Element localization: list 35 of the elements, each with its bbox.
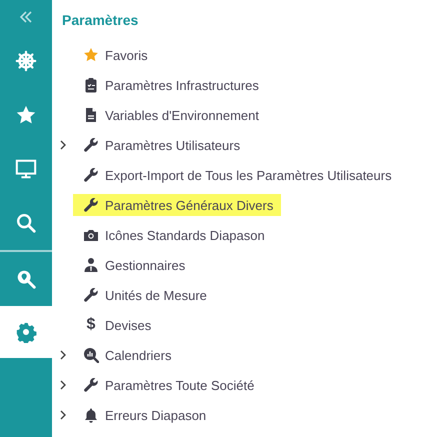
- menu-item[interactable]: Unités de Mesure: [73, 284, 215, 306]
- menu-item[interactable]: Paramètres Infrastructures: [73, 74, 267, 96]
- wrench-icon: [83, 377, 99, 393]
- wrench-icon: [83, 167, 99, 183]
- panel-title: Paramètres: [62, 11, 140, 30]
- menu-item[interactable]: Paramètres Généraux Divers: [73, 194, 282, 216]
- camera-icon: [83, 227, 99, 243]
- wrench-icon: [83, 197, 99, 213]
- menu-item[interactable]: Calendriers: [73, 344, 180, 366]
- wrench-icon: [83, 137, 99, 153]
- menu-item[interactable]: Paramètres Toute Société: [73, 374, 262, 396]
- menu-item[interactable]: Variables d'Environnement: [73, 104, 267, 126]
- menu-item[interactable]: Paramètres Utilisateurs: [73, 134, 248, 156]
- chart-search-icon: [83, 347, 99, 363]
- menu-item[interactable]: Icônes Standards Diapason: [73, 224, 273, 246]
- settings-icon: [15, 321, 37, 343]
- wheel-icon: [15, 50, 37, 72]
- search-pin-icon: [15, 268, 37, 290]
- wrench-icon: [83, 287, 99, 303]
- star-icon: [15, 104, 37, 126]
- star-icon: [83, 47, 99, 63]
- clipboard-icon: [83, 77, 99, 93]
- menu-item[interactable]: $ Devises: [73, 314, 160, 336]
- monitor-icon: [15, 158, 37, 180]
- search-icon: [15, 212, 37, 234]
- menu-item[interactable]: Erreurs Diapason: [73, 404, 214, 426]
- menu-item[interactable]: Export-Import de Tous les Paramètres Utilisateurs: [73, 164, 400, 186]
- dollar-icon: $: [86, 317, 96, 333]
- double-chevron-icon: [19, 11, 33, 23]
- sidebar-item[interactable]: [0, 306, 52, 358]
- menu-item[interactable]: Gestionnaires: [73, 254, 194, 276]
- person-icon: [83, 257, 99, 273]
- bell-icon: [83, 407, 99, 423]
- file-icon: [83, 107, 99, 123]
- menu-item[interactable]: Favoris: [73, 44, 156, 66]
